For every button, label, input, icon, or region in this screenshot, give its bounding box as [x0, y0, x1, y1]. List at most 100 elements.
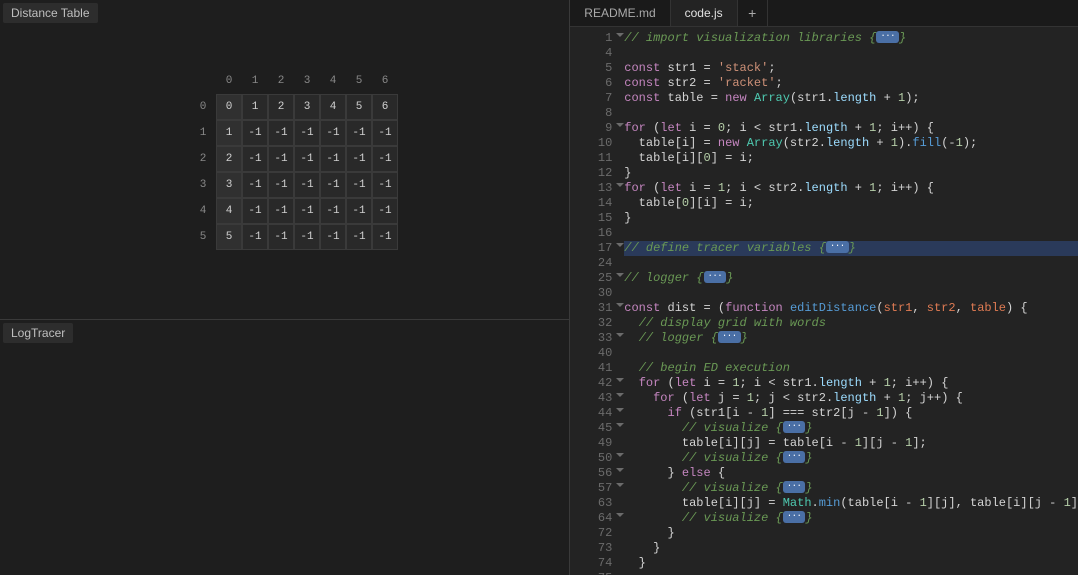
fold-badge-icon[interactable] [783, 481, 806, 493]
code-line[interactable]: table[i][j] = Math.min(table[i - 1][j], … [624, 496, 1078, 511]
gutter-line[interactable]: 43 [570, 391, 612, 406]
code-line[interactable] [624, 346, 1078, 361]
code-line[interactable] [624, 226, 1078, 241]
table-col-header: 3 [294, 68, 320, 94]
gutter-line[interactable]: 75 [570, 571, 612, 575]
code-line[interactable]: } [624, 556, 1078, 571]
code-line[interactable]: table[i][0] = i; [624, 151, 1078, 166]
gutter-line[interactable]: 56 [570, 466, 612, 481]
code-line[interactable]: } else { [624, 466, 1078, 481]
code-line[interactable]: const dist = (function editDistance(str1… [624, 301, 1078, 316]
gutter-line[interactable]: 50 [570, 451, 612, 466]
code-line[interactable]: } [624, 211, 1078, 226]
code-line[interactable]: for (let i = 0; i < str1.length + 1; i++… [624, 121, 1078, 136]
code-line[interactable]: // import visualization libraries {} [624, 31, 1078, 46]
gutter-line[interactable]: 40 [570, 346, 612, 361]
gutter-line[interactable]: 6 [570, 76, 612, 91]
code-line[interactable]: // display grid with words [624, 316, 1078, 331]
code-line[interactable]: // visualize {} [624, 451, 1078, 466]
new-tab-button[interactable]: + [738, 0, 768, 26]
table-cell: 4 [216, 198, 242, 224]
gutter-line[interactable]: 17 [570, 241, 612, 256]
table-cell: 2 [216, 146, 242, 172]
fold-badge-icon[interactable] [783, 511, 806, 523]
gutter-line[interactable]: 7 [570, 91, 612, 106]
fold-badge-icon[interactable] [704, 271, 727, 283]
code-line[interactable] [624, 571, 1078, 575]
code-line[interactable]: if (str1[i - 1] === str2[j - 1]) { [624, 406, 1078, 421]
table-cell: -1 [294, 120, 320, 146]
code-line[interactable]: for (let i = 1; i < str2.length + 1; i++… [624, 181, 1078, 196]
code-line[interactable]: table[i] = new Array(str2.length + 1).fi… [624, 136, 1078, 151]
code-line[interactable]: const str2 = 'racket'; [624, 76, 1078, 91]
gutter-line[interactable]: 14 [570, 196, 612, 211]
fold-badge-icon[interactable] [718, 331, 741, 343]
editor-code-area[interactable]: // import visualization libraries {} cons… [618, 27, 1078, 575]
gutter-line[interactable]: 33 [570, 331, 612, 346]
gutter-line[interactable]: 41 [570, 361, 612, 376]
gutter-line[interactable]: 8 [570, 106, 612, 121]
gutter-line[interactable]: 42 [570, 376, 612, 391]
gutter-line[interactable]: 13 [570, 181, 612, 196]
code-line[interactable] [624, 286, 1078, 301]
gutter-line[interactable]: 63 [570, 496, 612, 511]
gutter-line[interactable]: 72 [570, 526, 612, 541]
gutter-line[interactable]: 5 [570, 61, 612, 76]
gutter-line[interactable]: 31 [570, 301, 612, 316]
code-line[interactable]: } [624, 541, 1078, 556]
gutter-line[interactable]: 4 [570, 46, 612, 61]
code-line[interactable]: for (let i = 1; i < str1.length + 1; i++… [624, 376, 1078, 391]
editor-gutter: 1456789101112131415161724253031323340414… [570, 27, 618, 575]
gutter-line[interactable]: 1 [570, 31, 612, 46]
table-cell: -1 [294, 172, 320, 198]
code-line[interactable]: const table = new Array(str1.length + 1)… [624, 91, 1078, 106]
code-line[interactable]: table[0][i] = i; [624, 196, 1078, 211]
fold-badge-icon[interactable] [783, 421, 806, 433]
table-cell: -1 [242, 198, 268, 224]
gutter-line[interactable]: 10 [570, 136, 612, 151]
code-line[interactable]: } [624, 526, 1078, 541]
gutter-line[interactable]: 12 [570, 166, 612, 181]
gutter-line[interactable]: 30 [570, 286, 612, 301]
code-line[interactable]: } [624, 166, 1078, 181]
code-line[interactable] [624, 46, 1078, 61]
gutter-line[interactable]: 32 [570, 316, 612, 331]
table-cell: 3 [294, 94, 320, 120]
code-line[interactable]: for (let j = 1; j < str2.length + 1; j++… [624, 391, 1078, 406]
gutter-line[interactable]: 74 [570, 556, 612, 571]
gutter-line[interactable]: 24 [570, 256, 612, 271]
code-editor[interactable]: 1456789101112131415161724253031323340414… [570, 27, 1078, 575]
tab-readme-md[interactable]: README.md [570, 0, 670, 26]
table-cell: -1 [320, 146, 346, 172]
code-line[interactable]: // logger {} [624, 271, 1078, 286]
code-line[interactable]: // define tracer variables {} [624, 241, 1078, 256]
code-line[interactable]: // visualize {} [624, 421, 1078, 436]
table-col-header: 4 [320, 68, 346, 94]
gutter-line[interactable]: 45 [570, 421, 612, 436]
table-cell: -1 [372, 224, 398, 250]
gutter-line[interactable]: 11 [570, 151, 612, 166]
gutter-line[interactable]: 15 [570, 211, 612, 226]
fold-badge-icon[interactable] [826, 241, 849, 253]
code-line[interactable]: // begin ED execution [624, 361, 1078, 376]
gutter-line[interactable]: 9 [570, 121, 612, 136]
gutter-line[interactable]: 64 [570, 511, 612, 526]
code-line[interactable]: const str1 = 'stack'; [624, 61, 1078, 76]
code-line[interactable]: // visualize {} [624, 511, 1078, 526]
tab-code-js[interactable]: code.js [671, 0, 738, 26]
code-line[interactable]: // logger {} [624, 331, 1078, 346]
gutter-line[interactable]: 25 [570, 271, 612, 286]
code-line[interactable]: table[i][j] = table[i - 1][j - 1]; [624, 436, 1078, 451]
code-line[interactable] [624, 106, 1078, 121]
code-line[interactable] [624, 256, 1078, 271]
gutter-line[interactable]: 49 [570, 436, 612, 451]
gutter-line[interactable]: 73 [570, 541, 612, 556]
table-cell: -1 [268, 146, 294, 172]
gutter-line[interactable]: 44 [570, 406, 612, 421]
code-line[interactable]: // visualize {} [624, 481, 1078, 496]
fold-badge-icon[interactable] [783, 451, 806, 463]
fold-badge-icon[interactable] [876, 31, 899, 43]
editor-tabbar: README.mdcode.js+ [570, 0, 1078, 27]
gutter-line[interactable]: 16 [570, 226, 612, 241]
gutter-line[interactable]: 57 [570, 481, 612, 496]
